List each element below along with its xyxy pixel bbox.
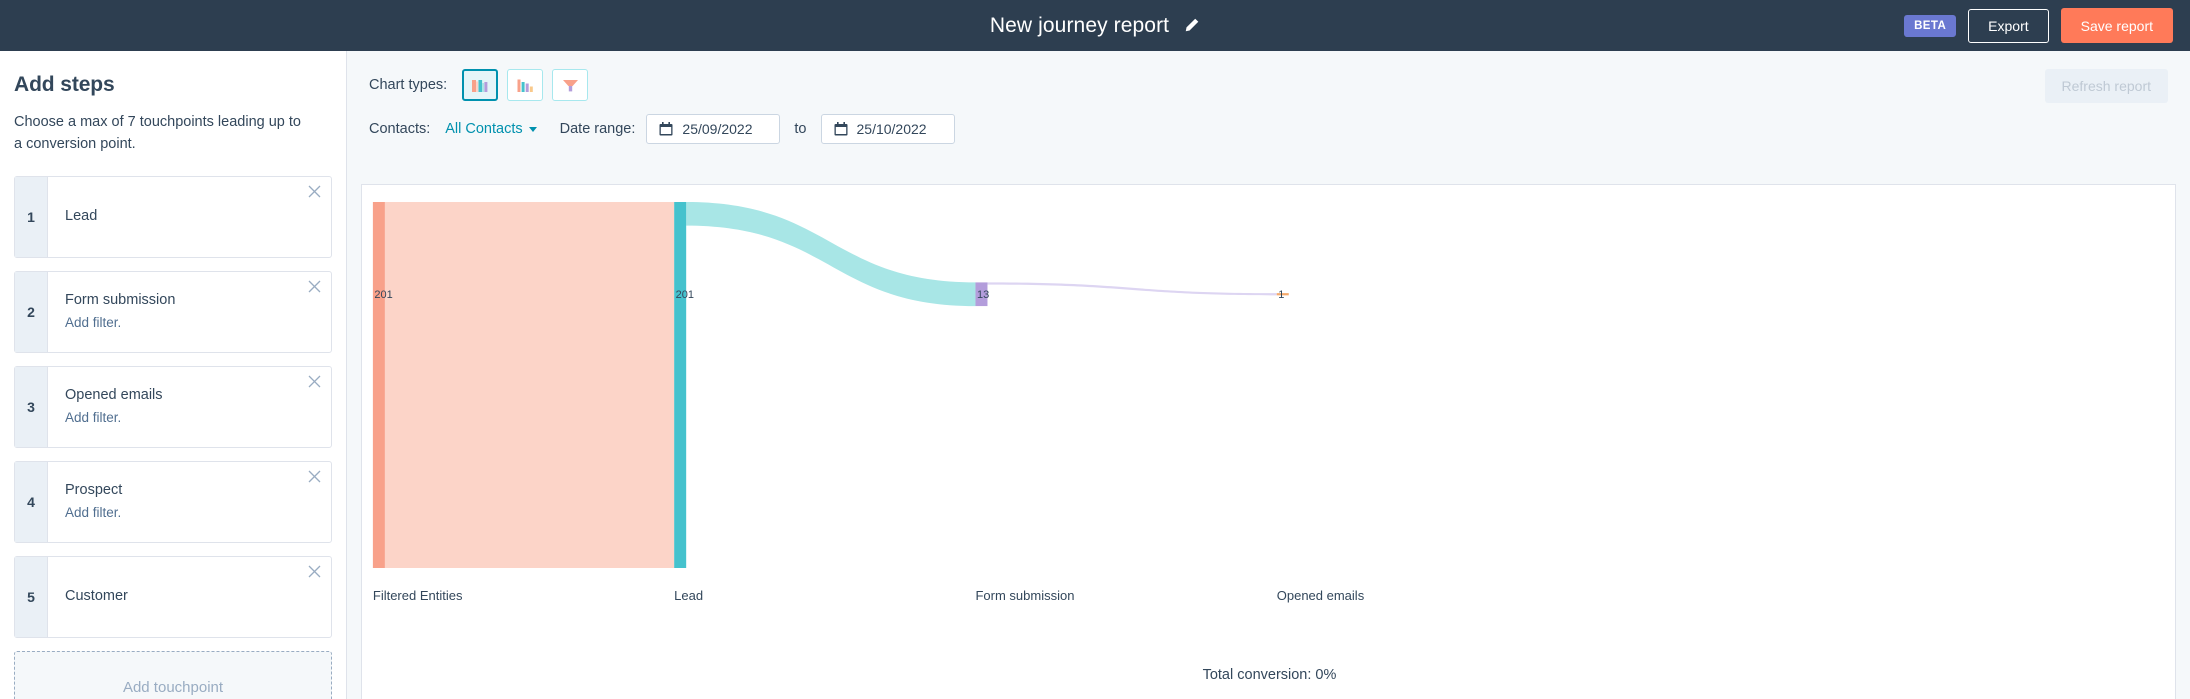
filters-row: Contacts: All Contacts Date range: 25/09… (369, 109, 2168, 149)
step-card[interactable]: 4 Prospect Add filter. (14, 460, 332, 543)
total-conversion-label: Total conversion: 0% (1202, 667, 1337, 683)
main-content: Chart types: Refresh report Contacts: Al… (347, 51, 2190, 699)
step-body: Form submission Add filter. (48, 272, 331, 352)
steps-list: 1 Lead 2 Form submission Add filter. 3 Opened … (0, 175, 346, 638)
topbar-actions: BETA Export Save report (1904, 0, 2173, 51)
sankey-node-value: 201 (374, 289, 392, 301)
export-button[interactable]: Export (1968, 8, 2049, 43)
sankey-link[interactable] (686, 202, 976, 307)
step-body: Customer (48, 557, 331, 637)
chart-types-row: Chart types: Refresh report (369, 63, 2168, 107)
sankey-node[interactable] (674, 202, 687, 568)
date-from-field[interactable]: 25/09/2022 (646, 114, 781, 144)
chart-axis-label: Lead (674, 588, 704, 603)
sankey-link[interactable] (987, 282, 1277, 296)
step-card[interactable]: 2 Form submission Add filter. (14, 270, 332, 353)
step-name: Customer (65, 588, 128, 605)
journey-chart-icon[interactable] (462, 69, 499, 101)
chart-axis-labels: Filtered Entities Lead Form submission Open… (362, 588, 2175, 608)
step-body: Opened emails Add filter. (48, 367, 331, 447)
step-card[interactable]: 3 Opened emails Add filter. (14, 365, 332, 448)
close-icon[interactable] (306, 279, 322, 295)
report-title-group: New journey report (0, 0, 2190, 51)
sankey-node[interactable] (372, 202, 385, 568)
step-body: Lead (48, 177, 331, 257)
step-number: 4 (15, 461, 48, 542)
chart-axis-label: Filtered Entities (372, 588, 463, 603)
contacts-label: Contacts: (369, 121, 431, 137)
chart-axis-label: Opened emails (1276, 588, 1365, 603)
close-icon[interactable] (306, 374, 322, 390)
chevron-down-icon (528, 126, 537, 132)
save-report-button[interactable]: Save report (2060, 8, 2173, 43)
close-icon[interactable] (306, 469, 322, 485)
step-name: Form submission (65, 292, 176, 309)
chart-toolbar: Chart types: Refresh report Contacts: Al… (347, 51, 2190, 149)
calendar-icon (659, 122, 673, 136)
step-number: 1 (15, 176, 48, 257)
contacts-dropdown[interactable]: All Contacts (445, 121, 537, 137)
pencil-icon[interactable] (1183, 17, 1200, 34)
sankey-node-value: 201 (676, 289, 694, 301)
date-separator-label: to (794, 121, 807, 137)
sidebar-description: Choose a max of 7 touchpoints leading up… (14, 114, 301, 153)
chart-type-group (462, 69, 589, 101)
step-number: 3 (15, 366, 48, 447)
step-name: Lead (65, 208, 98, 225)
status-badge: BETA (1904, 14, 1957, 37)
page-title: New journey report (989, 13, 1170, 37)
refresh-report-button[interactable]: Refresh report (2044, 69, 2168, 103)
step-name: Prospect (65, 482, 123, 499)
top-bar: New journey report BETA Export Save repo… (0, 0, 2190, 51)
close-icon[interactable] (306, 564, 322, 580)
add-touchpoint-button[interactable]: Add touchpoint (14, 650, 332, 699)
journey-chart-card: 201 201 13 1 Filtered Entities Lead Form subm… (361, 184, 2176, 699)
contacts-dropdown-value: All Contacts (445, 121, 523, 137)
sankey-diagram: 201 201 13 1 (372, 202, 1289, 568)
sidebar-title: Add steps (14, 73, 115, 96)
step-filter-link[interactable]: Add filter. (65, 503, 297, 523)
bar-chart-icon[interactable] (507, 69, 544, 101)
sankey-node-value: 1 (1278, 289, 1284, 301)
step-card[interactable]: 1 Lead (14, 175, 332, 258)
date-range-label: Date range: (559, 121, 636, 137)
date-to-field[interactable]: 25/10/2022 (820, 114, 955, 144)
sankey-link[interactable] (384, 202, 675, 568)
chart-types-label: Chart types: (369, 77, 448, 93)
step-card[interactable]: 5 Customer (14, 555, 332, 638)
add-steps-sidebar: Add steps Choose a max of 7 touchpoints … (0, 51, 347, 699)
step-filter-link[interactable]: Add filter. (65, 408, 297, 428)
sankey-node-value: 13 (977, 289, 989, 301)
funnel-chart-icon[interactable] (552, 69, 589, 101)
calendar-icon (834, 122, 848, 136)
step-name: Opened emails (65, 387, 163, 404)
step-body: Prospect Add filter. (48, 462, 331, 542)
close-icon[interactable] (306, 184, 322, 200)
date-from-value: 25/09/2022 (682, 121, 753, 137)
step-number: 2 (15, 271, 48, 352)
step-number: 5 (15, 556, 48, 637)
chart-axis-label: Form submission (975, 588, 1075, 603)
step-filter-link[interactable]: Add filter. (65, 313, 297, 333)
date-to-value: 25/10/2022 (856, 121, 927, 137)
